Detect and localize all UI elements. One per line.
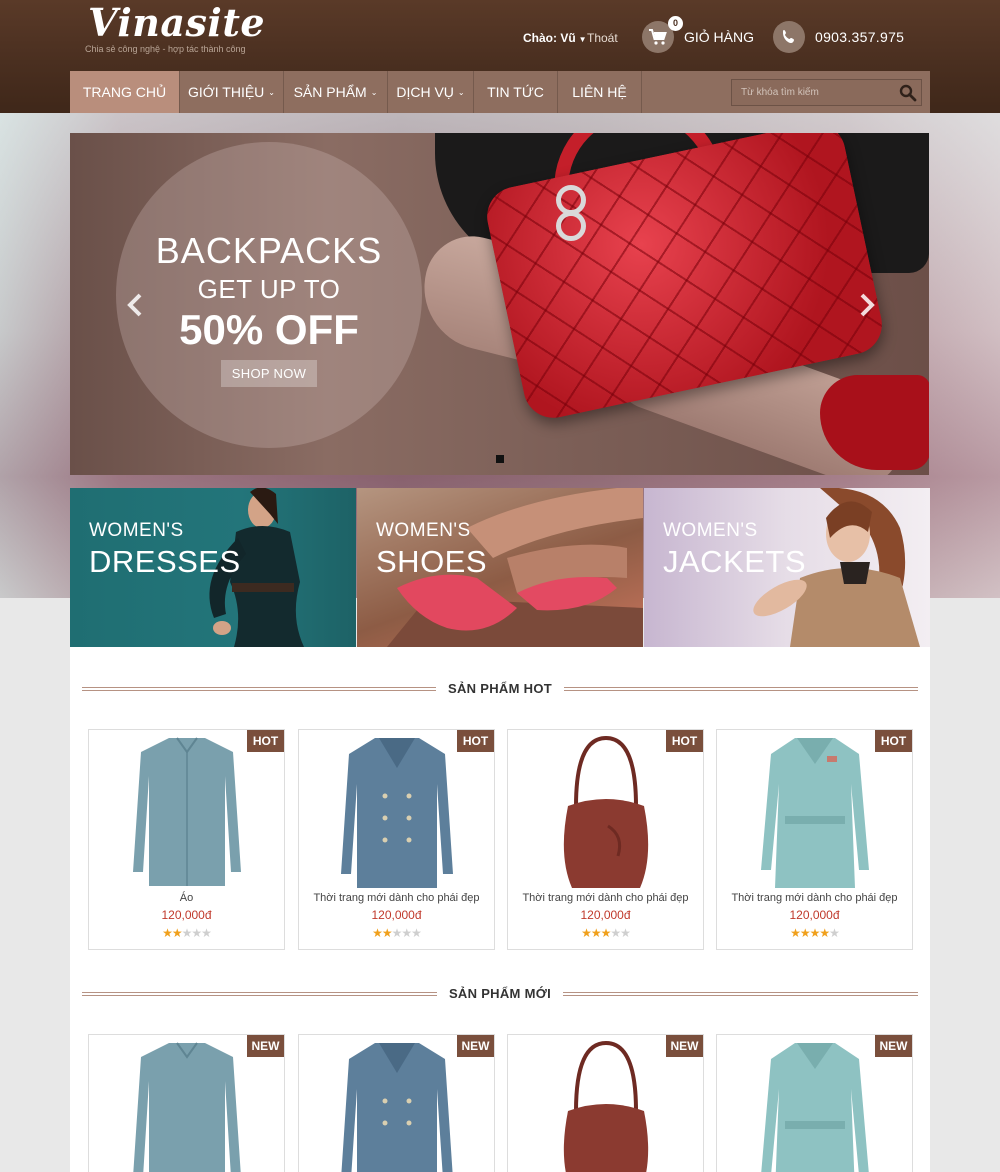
product-card[interactable]: HOT Áo 120,000đ ★★★★★ (88, 729, 285, 950)
cart-count-badge: 0 (668, 16, 683, 31)
section-title-text: SẢN PHẨM HOT (436, 681, 564, 696)
nav-item-contact[interactable]: LIÊN HỆ (558, 71, 642, 113)
logout-link[interactable]: Thoát (587, 31, 618, 45)
product-panel: SẢN PHẨM HOT HOT Áo 120,000đ ★★★★★ HOT T… (70, 647, 930, 1172)
product-price: 120,000đ (161, 908, 212, 922)
category-label: WOMEN'S (376, 520, 471, 541)
site-tagline: Chia sẻ công nghệ - hợp tác thành công (85, 44, 246, 54)
product-card[interactable]: NEW (298, 1034, 495, 1172)
nav-label: SẢN PHẨM (293, 84, 367, 100)
product-image (133, 1042, 241, 1172)
section-title-hot: SẢN PHẨM HOT (70, 681, 930, 696)
nav-label: GIỚI THIỆU (187, 84, 265, 100)
slide-caption: BACKPACKS GET UP TO 50% OFF SHOP NOW (116, 142, 422, 448)
search-input[interactable] (732, 80, 897, 105)
nav-label: LIÊN HỆ (572, 84, 627, 100)
chevron-down-icon: ⌄ (457, 88, 465, 97)
new-badge: NEW (875, 1035, 912, 1057)
search-box (731, 79, 922, 106)
category-label: WOMEN'S (663, 520, 758, 541)
user-menu[interactable]: Chào: Vũ ▼ (523, 31, 587, 45)
nav-item-services[interactable]: DỊCH VỤ ⌄ (388, 71, 474, 113)
rating-stars: ★★★★★ (581, 926, 631, 940)
product-card[interactable]: HOT Thời trang mới dành cho phái đẹp 120… (716, 729, 913, 950)
category-title: DRESSES (89, 544, 241, 579)
nav-item-products[interactable]: SẢN PHẨM ⌄ (284, 71, 388, 113)
product-image (563, 1041, 649, 1172)
category-label: WOMEN'S (89, 520, 184, 541)
category-title: JACKETS (663, 544, 807, 579)
product-image (761, 1043, 869, 1172)
product-name[interactable]: Áo (89, 892, 284, 904)
category-banner-shoes[interactable]: WOMEN'S SHOES (357, 488, 643, 647)
slider-pager-dot[interactable] (496, 455, 504, 463)
section-title-new: SẢN PHẨM MỚI (70, 986, 930, 1001)
user-greeting: Chào: Vũ (523, 31, 576, 45)
product-card[interactable]: NEW (716, 1034, 913, 1172)
product-card[interactable]: HOT Thời trang mới dành cho phái đẹp 120… (507, 729, 704, 950)
product-name[interactable]: Thời trang mới dành cho phái đẹp (508, 892, 703, 904)
shop-now-button[interactable]: SHOP NOW (221, 360, 317, 387)
product-name[interactable]: Thời trang mới dành cho phái đẹp (717, 892, 912, 904)
caret-down-icon: ▼ (578, 35, 587, 44)
hot-badge: HOT (247, 730, 284, 752)
section-title-text: SẢN PHẨM MỚI (436, 986, 564, 1001)
phone-icon (773, 21, 805, 53)
slide-image-part (556, 211, 586, 241)
rating-stars: ★★★★★ (372, 926, 422, 940)
product-image (341, 738, 453, 888)
hot-badge: HOT (457, 730, 494, 752)
chevron-down-icon: ⌄ (370, 88, 378, 97)
product-card[interactable]: NEW (507, 1034, 704, 1172)
new-badge: NEW (457, 1035, 494, 1057)
slider-next-icon[interactable] (858, 292, 876, 318)
product-name[interactable]: Thời trang mới dành cho phái đẹp (299, 892, 494, 904)
product-price: 120,000đ (789, 908, 840, 922)
product-price: 120,000đ (580, 908, 631, 922)
phone-number[interactable]: 0903.357.975 (815, 29, 904, 45)
product-card[interactable]: NEW (88, 1034, 285, 1172)
rating-stars: ★★★★★ (790, 926, 840, 940)
category-banner-jackets[interactable]: WOMEN'S JACKETS (644, 488, 930, 647)
product-image (341, 1043, 453, 1172)
chevron-down-icon: ⌄ (268, 88, 275, 97)
nav-label: TRANG CHỦ (82, 84, 167, 100)
category-title: SHOES (376, 544, 488, 579)
slide-title: BACKPACKS (155, 230, 383, 271)
nav-label: DỊCH VỤ (396, 84, 454, 100)
product-image (563, 736, 649, 888)
product-image (761, 738, 869, 888)
slide-discount: 50% OFF (179, 306, 359, 353)
hero-slider: BACKPACKS GET UP TO 50% OFF SHOP NOW (70, 133, 929, 475)
slide-subtitle: GET UP TO (197, 274, 341, 304)
nav-item-about[interactable]: GIỚI THIỆU ⌄ (180, 71, 284, 113)
new-badge: NEW (247, 1035, 284, 1057)
site-logo[interactable]: Vinasite (88, 0, 265, 45)
category-banner-dresses[interactable]: WOMEN'S DRESSES (70, 488, 356, 647)
product-card[interactable]: HOT Thời trang mới dành cho phái đẹp 120… (298, 729, 495, 950)
nav-item-news[interactable]: TIN TỨC (474, 71, 558, 113)
new-badge: NEW (666, 1035, 703, 1057)
nav-item-home[interactable]: TRANG CHỦ (70, 71, 180, 113)
product-price: 120,000đ (371, 908, 422, 922)
cart-link[interactable]: GIỎ HÀNG (684, 29, 754, 45)
product-image (133, 737, 241, 886)
rating-stars: ★★★★★ (162, 926, 212, 940)
search-icon[interactable] (899, 84, 917, 102)
hot-badge: HOT (666, 730, 703, 752)
slider-prev-icon[interactable] (126, 292, 144, 318)
nav-label: TIN TỨC (487, 84, 544, 100)
hot-badge: HOT (875, 730, 912, 752)
